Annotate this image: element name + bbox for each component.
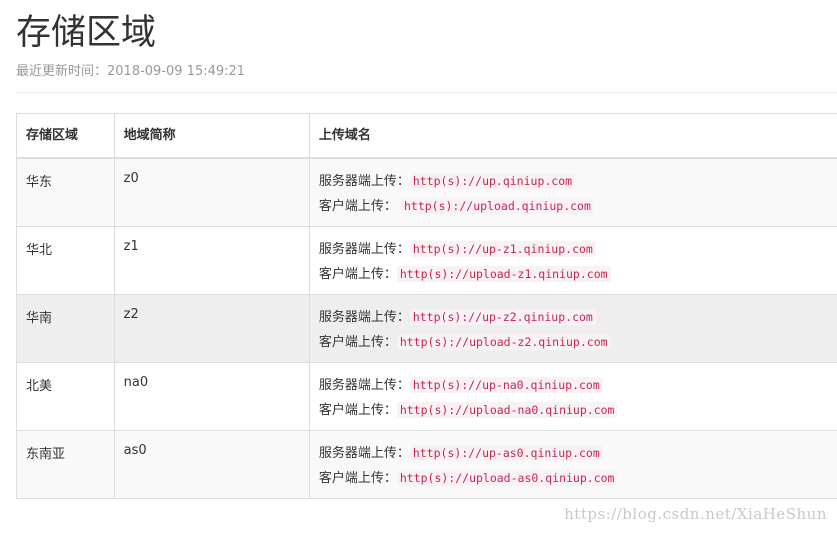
document-page: 存储区域 最近更新时间：2018-09-09 15:49:21 存储区域 地域简… — [0, 0, 837, 535]
client-upload-line: 客户端上传： http(s)://upload-z2.qiniup.com — [319, 332, 828, 357]
region-code-cell: na0 — [113, 361, 310, 431]
upload-domain-cell: 服务器端上传： http(s)://up.qiniup.com 客户端上传： ht… — [308, 157, 837, 227]
client-upload-line: 客户端上传： http(s)://upload-z1.qiniup.com — [319, 264, 828, 289]
client-upload-label: 客户端上传： — [318, 402, 397, 418]
server-upload-line: 服务器端上传： http(s)://up.qiniup.com — [319, 171, 828, 196]
server-upload-label: 服务器端上传： — [318, 445, 410, 461]
table-header: 存储区域 地域简称 上传域名 — [16, 113, 837, 159]
server-upload-line: 服务器端上传： http(s)://up-z1.qiniup.com — [319, 239, 828, 264]
server-upload-url: http(s)://up.qiniup.com — [409, 173, 576, 189]
client-upload-url: http(s)://upload-na0.qiniup.com — [396, 401, 618, 418]
server-upload-label: 服务器端上传： — [318, 241, 410, 257]
page-title: 存储区域 — [16, 13, 157, 53]
region-code-cell: z1 — [113, 225, 310, 295]
column-header-code: 地域简称 — [113, 113, 310, 159]
region-cell: 北美 — [16, 361, 115, 431]
client-upload-line: 客户端上传： http(s)://upload-as0.qiniup.com — [319, 468, 828, 493]
last-updated-time: 最近更新时间：2018-09-09 15:49:21 — [16, 64, 246, 79]
server-upload-line: 服务器端上传： http(s)://up-na0.qiniup.com — [319, 375, 828, 400]
region-cell: 华东 — [16, 157, 115, 227]
server-upload-line: 服务器端上传： http(s)://up-as0.qiniup.com — [319, 443, 828, 468]
watermark: https://blog.csdn.net/XiaHeShun — [564, 505, 827, 523]
client-upload-label: 客户端上传： — [318, 266, 397, 282]
divider — [16, 92, 837, 93]
client-upload-line: 客户端上传： http(s)://upload.qiniup.com — [319, 196, 828, 221]
column-header-region: 存储区域 — [16, 113, 115, 159]
upload-domain-cell: 服务器端上传： http(s)://up-z2.qiniup.com 客户端上传：… — [308, 293, 837, 363]
region-cell: 东南亚 — [16, 429, 115, 499]
server-upload-url: http(s)://up-z2.qiniup.com — [409, 308, 596, 325]
region-cell: 华北 — [16, 225, 115, 295]
table-row: 华北 z1 服务器端上传： http(s)://up-z1.qiniup.com … — [16, 225, 837, 295]
upload-domain-cell: 服务器端上传： http(s)://up-z1.qiniup.com 客户端上传：… — [308, 225, 837, 295]
client-upload-label: 客户端上传： — [318, 470, 397, 486]
table-row: 北美 na0 服务器端上传： http(s)://up-na0.qiniup.co… — [16, 361, 837, 431]
client-upload-url: http(s)://upload-as0.qiniup.com — [396, 469, 618, 486]
table-row: 华南 z2 服务器端上传： http(s)://up-z2.qiniup.com … — [16, 293, 837, 363]
region-code-cell: as0 — [113, 429, 310, 499]
region-code-cell: z2 — [113, 293, 310, 363]
upload-domain-cell: 服务器端上传： http(s)://up-as0.qiniup.com 客户端上传… — [308, 429, 837, 499]
client-upload-url: http(s)://upload-z2.qiniup.com — [396, 333, 611, 350]
server-upload-label: 服务器端上传： — [318, 377, 410, 393]
server-upload-url: http(s)://up-z1.qiniup.com — [409, 240, 596, 257]
table-row: 华东 z0 服务器端上传： http(s)://up.qiniup.com 客户端… — [16, 157, 837, 227]
client-upload-line: 客户端上传： http(s)://upload-na0.qiniup.com — [319, 400, 828, 425]
server-upload-label: 服务器端上传： — [318, 309, 410, 325]
column-header-upload-domain: 上传域名 — [308, 113, 837, 159]
upload-domain-cell: 服务器端上传： http(s)://up-na0.qiniup.com 客户端上传… — [308, 361, 837, 431]
server-upload-url: http(s)://up-na0.qiniup.com — [409, 376, 603, 393]
region-cell: 华南 — [16, 293, 115, 363]
table-row: 东南亚 as0 服务器端上传： http(s)://up-as0.qiniup.c… — [16, 429, 837, 499]
table-header-row: 存储区域 地域简称 上传域名 — [16, 113, 837, 159]
region-code-cell: z0 — [113, 157, 310, 227]
server-upload-url: http(s)://up-as0.qiniup.com — [409, 444, 603, 461]
client-upload-label: 客户端上传： — [318, 334, 397, 350]
storage-region-table: 存储区域 地域简称 上传域名 华东 z0 服务器端上传： http(s)://up… — [16, 113, 837, 499]
client-upload-url: http(s)://upload-z1.qiniup.com — [396, 265, 611, 282]
server-upload-line: 服务器端上传： http(s)://up-z2.qiniup.com — [319, 307, 828, 332]
client-upload-url: http(s)://upload.qiniup.com — [400, 198, 594, 214]
client-upload-label: 客户端上传： — [318, 199, 397, 214]
table-body: 华东 z0 服务器端上传： http(s)://up.qiniup.com 客户端… — [16, 157, 837, 499]
server-upload-label: 服务器端上传： — [318, 174, 410, 189]
